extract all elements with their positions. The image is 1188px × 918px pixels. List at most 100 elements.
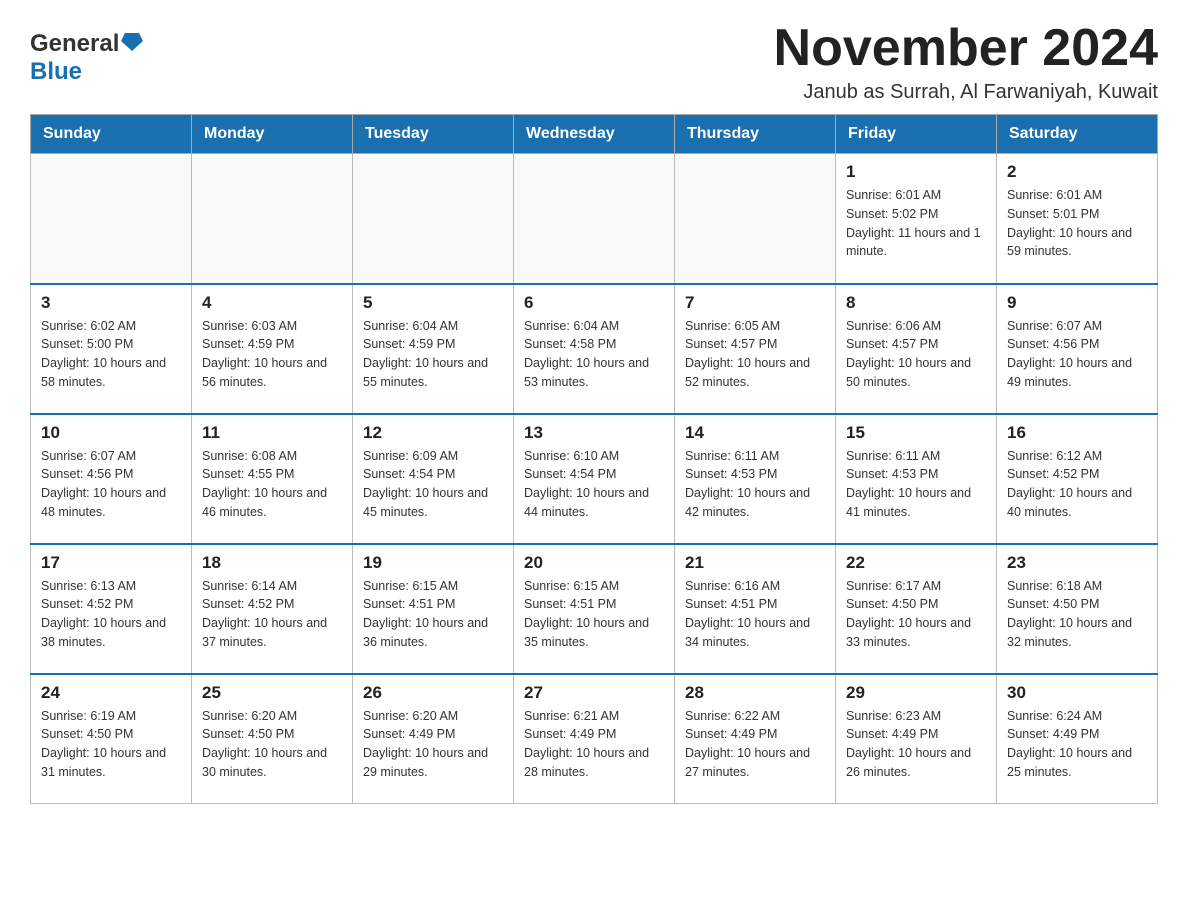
calendar-day-cell: 21Sunrise: 6:16 AMSunset: 4:51 PMDayligh… [675,544,836,674]
calendar-day-cell: 12 Sunrise: 6:09 AMSunset: 4:54 PMDayligh… [353,414,514,544]
calendar-day-cell: 22 Sunrise: 6:17 AMSunset: 4:50 PMDayligh… [836,544,997,674]
month-title: November 2024 [774,20,1158,77]
day-number: 11 [202,423,342,443]
day-number: 29 [846,683,986,703]
day-number: 2 [1007,162,1147,182]
day-number: 18 [202,553,342,573]
day-number: 10 [41,423,181,443]
day-number: 1 [846,162,986,182]
calendar-day-cell: 9 Sunrise: 6:07 AMSunset: 4:56 PMDaylight… [997,284,1158,414]
calendar-day-header: Wednesday [514,115,675,154]
logo-blue-text: Blue [30,58,82,86]
day-number: 19 [363,553,503,573]
day-number: 13 [524,423,664,443]
calendar-day-cell [353,154,514,284]
calendar-week-row: 10 Sunrise: 6:07 AMSunset: 4:56 PMDayligh… [31,414,1158,544]
day-number: 15 [846,423,986,443]
day-number: 7 [685,293,825,313]
calendar-week-row: 3 Sunrise: 6:02 AMSunset: 5:00 PMDaylight… [31,284,1158,414]
calendar-day-header: Tuesday [353,115,514,154]
day-info: Sunrise: 6:23 AMSunset: 4:49 PMDaylight:… [846,707,986,782]
day-number: 27 [524,683,664,703]
day-info: Sunrise: 6:11 AMSunset: 4:53 PMDaylight:… [846,447,986,522]
day-number: 20 [524,553,664,573]
day-number: 26 [363,683,503,703]
day-info: Sunrise: 6:01 AMSunset: 5:01 PMDaylight:… [1007,186,1147,261]
calendar-day-cell: 6 Sunrise: 6:04 AMSunset: 4:58 PMDaylight… [514,284,675,414]
day-info: Sunrise: 6:17 AMSunset: 4:50 PMDaylight:… [846,577,986,652]
calendar-day-cell: 25 Sunrise: 6:20 AMSunset: 4:50 PMDayligh… [192,674,353,804]
day-number: 8 [846,293,986,313]
day-number: 28 [685,683,825,703]
day-number: 6 [524,293,664,313]
calendar-week-row: 17Sunrise: 6:13 AMSunset: 4:52 PMDayligh… [31,544,1158,674]
day-info: Sunrise: 6:15 AMSunset: 4:51 PMDaylight:… [524,577,664,652]
day-info: Sunrise: 6:18 AMSunset: 4:50 PMDaylight:… [1007,577,1147,652]
day-number: 21 [685,553,825,573]
calendar-day-cell: 15 Sunrise: 6:11 AMSunset: 4:53 PMDayligh… [836,414,997,544]
calendar-day-cell: 27 Sunrise: 6:21 AMSunset: 4:49 PMDayligh… [514,674,675,804]
day-info: Sunrise: 6:07 AMSunset: 4:56 PMDaylight:… [1007,317,1147,392]
day-number: 14 [685,423,825,443]
calendar-day-header: Friday [836,115,997,154]
day-number: 17 [41,553,181,573]
day-info: Sunrise: 6:14 AMSunset: 4:52 PMDaylight:… [202,577,342,652]
calendar-day-cell: 26Sunrise: 6:20 AMSunset: 4:49 PMDayligh… [353,674,514,804]
day-info: Sunrise: 6:04 AMSunset: 4:59 PMDaylight:… [363,317,503,392]
day-number: 5 [363,293,503,313]
calendar-day-cell: 30Sunrise: 6:24 AMSunset: 4:49 PMDayligh… [997,674,1158,804]
day-info: Sunrise: 6:04 AMSunset: 4:58 PMDaylight:… [524,317,664,392]
calendar-day-cell: 14 Sunrise: 6:11 AMSunset: 4:53 PMDayligh… [675,414,836,544]
title-block: November 2024 Janub as Surrah, Al Farwan… [774,20,1158,104]
calendar-day-cell: 10 Sunrise: 6:07 AMSunset: 4:56 PMDayligh… [31,414,192,544]
day-number: 4 [202,293,342,313]
calendar-day-cell: 20 Sunrise: 6:15 AMSunset: 4:51 PMDayligh… [514,544,675,674]
logo: General Blue [30,20,143,86]
page-header: General Blue November 2024 Janub as Surr… [30,20,1158,104]
calendar-day-header: Saturday [997,115,1158,154]
day-info: Sunrise: 6:19 AMSunset: 4:50 PMDaylight:… [41,707,181,782]
logo-arrow-icon [121,31,143,53]
day-info: Sunrise: 6:02 AMSunset: 5:00 PMDaylight:… [41,317,181,392]
day-info: Sunrise: 6:01 AMSunset: 5:02 PMDaylight:… [846,186,986,261]
calendar-day-cell [192,154,353,284]
calendar-day-header: Thursday [675,115,836,154]
calendar-day-cell [514,154,675,284]
calendar-day-cell: 17Sunrise: 6:13 AMSunset: 4:52 PMDayligh… [31,544,192,674]
day-info: Sunrise: 6:22 AMSunset: 4:49 PMDaylight:… [685,707,825,782]
calendar-day-cell: 29 Sunrise: 6:23 AMSunset: 4:49 PMDayligh… [836,674,997,804]
day-number: 24 [41,683,181,703]
day-info: Sunrise: 6:20 AMSunset: 4:50 PMDaylight:… [202,707,342,782]
day-info: Sunrise: 6:11 AMSunset: 4:53 PMDaylight:… [685,447,825,522]
calendar-day-cell: 2 Sunrise: 6:01 AMSunset: 5:01 PMDaylight… [997,154,1158,284]
day-number: 16 [1007,423,1147,443]
calendar-day-cell: 1 Sunrise: 6:01 AMSunset: 5:02 PMDaylight… [836,154,997,284]
day-number: 9 [1007,293,1147,313]
calendar-header-row: SundayMondayTuesdayWednesdayThursdayFrid… [31,115,1158,154]
day-info: Sunrise: 6:15 AMSunset: 4:51 PMDaylight:… [363,577,503,652]
calendar-day-cell: 23Sunrise: 6:18 AMSunset: 4:50 PMDayligh… [997,544,1158,674]
day-info: Sunrise: 6:21 AMSunset: 4:49 PMDaylight:… [524,707,664,782]
calendar-day-cell: 4Sunrise: 6:03 AMSunset: 4:59 PMDaylight… [192,284,353,414]
calendar-day-cell: 5 Sunrise: 6:04 AMSunset: 4:59 PMDaylight… [353,284,514,414]
calendar-day-cell: 11Sunrise: 6:08 AMSunset: 4:55 PMDayligh… [192,414,353,544]
calendar-week-row: 24 Sunrise: 6:19 AMSunset: 4:50 PMDayligh… [31,674,1158,804]
day-info: Sunrise: 6:05 AMSunset: 4:57 PMDaylight:… [685,317,825,392]
day-info: Sunrise: 6:12 AMSunset: 4:52 PMDaylight:… [1007,447,1147,522]
calendar-day-cell: 8Sunrise: 6:06 AMSunset: 4:57 PMDaylight… [836,284,997,414]
day-number: 3 [41,293,181,313]
logo-general-text: General [30,30,119,58]
day-number: 12 [363,423,503,443]
calendar-day-cell [675,154,836,284]
day-info: Sunrise: 6:24 AMSunset: 4:49 PMDaylight:… [1007,707,1147,782]
calendar-day-cell [31,154,192,284]
calendar-week-row: 1 Sunrise: 6:01 AMSunset: 5:02 PMDaylight… [31,154,1158,284]
day-number: 22 [846,553,986,573]
calendar-day-cell: 13Sunrise: 6:10 AMSunset: 4:54 PMDayligh… [514,414,675,544]
calendar-day-cell: 18 Sunrise: 6:14 AMSunset: 4:52 PMDayligh… [192,544,353,674]
calendar-day-header: Sunday [31,115,192,154]
day-number: 25 [202,683,342,703]
calendar-table: SundayMondayTuesdayWednesdayThursdayFrid… [30,114,1158,804]
day-info: Sunrise: 6:07 AMSunset: 4:56 PMDaylight:… [41,447,181,522]
day-info: Sunrise: 6:09 AMSunset: 4:54 PMDaylight:… [363,447,503,522]
